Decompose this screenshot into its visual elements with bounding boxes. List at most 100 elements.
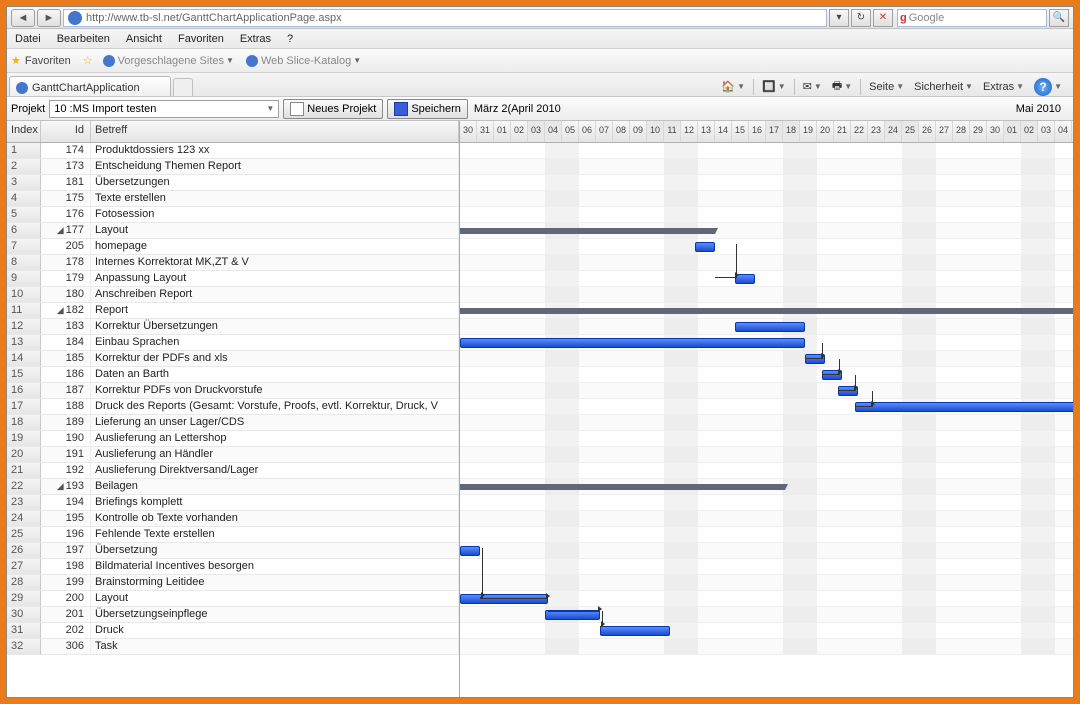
- search-field[interactable]: gGoogle: [897, 9, 1047, 27]
- gantt-row[interactable]: [460, 143, 1073, 159]
- table-row[interactable]: 16187Korrektur PDFs von Druckvorstufe: [7, 383, 459, 399]
- gantt-row[interactable]: [460, 303, 1073, 319]
- menu-extras[interactable]: Extras: [232, 33, 279, 45]
- table-row[interactable]: 25196Fehlende Texte erstellen: [7, 527, 459, 543]
- gantt-row[interactable]: [460, 255, 1073, 271]
- gantt-row[interactable]: [460, 367, 1073, 383]
- gantt-row[interactable]: [460, 495, 1073, 511]
- project-combo[interactable]: 10 :MS Import testen▼: [49, 100, 279, 118]
- help-button[interactable]: ?▼: [1034, 78, 1062, 96]
- url-field[interactable]: http://www.tb-sl.net/GanttChartApplicati…: [63, 9, 827, 27]
- gantt-row[interactable]: [460, 511, 1073, 527]
- gantt-row[interactable]: [460, 335, 1073, 351]
- star-add-icon[interactable]: ☆: [83, 54, 93, 67]
- task-bar[interactable]: [460, 338, 805, 348]
- gantt-row[interactable]: [460, 207, 1073, 223]
- table-row[interactable]: 6◢177Layout: [7, 223, 459, 239]
- gantt-row[interactable]: [460, 383, 1073, 399]
- new-project-button[interactable]: Neues Projekt: [283, 99, 383, 119]
- table-row[interactable]: 14185Korrektur der PDFs and xls: [7, 351, 459, 367]
- task-bar[interactable]: [695, 242, 715, 252]
- gantt-row[interactable]: [460, 623, 1073, 639]
- search-go-button[interactable]: 🔍: [1049, 9, 1069, 27]
- task-bar[interactable]: [460, 546, 480, 556]
- table-row[interactable]: 15186Daten an Barth: [7, 367, 459, 383]
- print-button[interactable]: 🖶▼: [832, 77, 852, 96]
- table-row[interactable]: 10180Anschreiben Report: [7, 287, 459, 303]
- col-betreff[interactable]: Betreff: [91, 121, 459, 142]
- table-row[interactable]: 24195Kontrolle ob Texte vorhanden: [7, 511, 459, 527]
- gantt-row[interactable]: [460, 543, 1073, 559]
- table-row[interactable]: 17188Druck des Reports (Gesamt: Vorstufe…: [7, 399, 459, 415]
- table-row[interactable]: 1174Produktdossiers 123 xx: [7, 143, 459, 159]
- task-bar[interactable]: [855, 402, 1073, 412]
- home-button[interactable]: 🏠▼: [721, 80, 745, 93]
- menu-ansicht[interactable]: Ansicht: [118, 33, 170, 45]
- gantt-row[interactable]: [460, 527, 1073, 543]
- table-row[interactable]: 12183Korrektur Übersetzungen: [7, 319, 459, 335]
- gantt-row[interactable]: [460, 591, 1073, 607]
- fav-web-slice[interactable]: Web Slice-Katalog▼: [246, 55, 361, 67]
- table-row[interactable]: 8178Internes Korrektorat MK,ZT & V: [7, 255, 459, 271]
- gantt-row[interactable]: [460, 575, 1073, 591]
- gantt-row[interactable]: [460, 159, 1073, 175]
- feeds-button[interactable]: 🔲▼: [762, 80, 786, 93]
- gantt-row[interactable]: [460, 463, 1073, 479]
- gantt-row[interactable]: [460, 399, 1073, 415]
- gantt-row[interactable]: [460, 319, 1073, 335]
- favorites-label[interactable]: Favoriten: [25, 55, 71, 67]
- table-row[interactable]: 29200Layout: [7, 591, 459, 607]
- gantt-row[interactable]: [460, 431, 1073, 447]
- forward-button[interactable]: ►: [37, 9, 61, 27]
- task-bar[interactable]: [460, 594, 548, 604]
- save-button[interactable]: Speichern: [387, 99, 468, 119]
- fav-suggested-sites[interactable]: Vorgeschlagene Sites▼: [103, 55, 234, 67]
- table-row[interactable]: 9179Anpassung Layout: [7, 271, 459, 287]
- table-row[interactable]: 2173Entscheidung Themen Report: [7, 159, 459, 175]
- back-button[interactable]: ◄: [11, 9, 35, 27]
- gantt-row[interactable]: [460, 223, 1073, 239]
- gantt-chart[interactable]: [460, 143, 1073, 655]
- gantt-row[interactable]: [460, 639, 1073, 655]
- col-index[interactable]: Index: [7, 121, 41, 142]
- table-row[interactable]: 32306Task: [7, 639, 459, 655]
- gantt-row[interactable]: [460, 191, 1073, 207]
- table-row[interactable]: 7205homepage: [7, 239, 459, 255]
- col-id[interactable]: Id: [41, 121, 91, 142]
- gantt-row[interactable]: [460, 607, 1073, 623]
- table-row[interactable]: 11◢182Report: [7, 303, 459, 319]
- table-row[interactable]: 5176Fotosession: [7, 207, 459, 223]
- summary-bar[interactable]: [460, 484, 785, 490]
- gantt-row[interactable]: [460, 559, 1073, 575]
- gantt-row[interactable]: [460, 447, 1073, 463]
- table-row[interactable]: 28199Brainstorming Leitidee: [7, 575, 459, 591]
- task-bar[interactable]: [600, 626, 670, 636]
- task-bar[interactable]: [735, 322, 805, 332]
- table-row[interactable]: 18189Lieferung an unser Lager/CDS: [7, 415, 459, 431]
- new-tab-button[interactable]: [173, 78, 193, 96]
- go-button[interactable]: ▾: [829, 9, 849, 27]
- table-row[interactable]: 26197Übersetzung: [7, 543, 459, 559]
- extras-menu[interactable]: Extras▼: [983, 81, 1024, 93]
- summary-bar[interactable]: [460, 228, 715, 234]
- gantt-row[interactable]: [460, 415, 1073, 431]
- seite-menu[interactable]: Seite▼: [869, 81, 904, 93]
- menu-favoriten[interactable]: Favoriten: [170, 33, 232, 45]
- mail-button[interactable]: ✉▼: [803, 80, 822, 93]
- refresh-button[interactable]: ↻: [851, 9, 871, 27]
- menu-datei[interactable]: Datei: [7, 33, 49, 45]
- table-row[interactable]: 30201Übersetzungseinpflege: [7, 607, 459, 623]
- table-row[interactable]: 4175Texte erstellen: [7, 191, 459, 207]
- table-row[interactable]: 27198Bildmaterial Incentives besorgen: [7, 559, 459, 575]
- table-row[interactable]: 20191Auslieferung an Händler: [7, 447, 459, 463]
- stop-button[interactable]: ✕: [873, 9, 893, 27]
- menu-help[interactable]: ?: [279, 33, 301, 45]
- table-row[interactable]: 31202Druck: [7, 623, 459, 639]
- table-row[interactable]: 21192Auslieferung Direktversand/Lager: [7, 463, 459, 479]
- gantt-row[interactable]: [460, 479, 1073, 495]
- gantt-row[interactable]: [460, 239, 1073, 255]
- table-row[interactable]: 22◢193Beilagen: [7, 479, 459, 495]
- table-row[interactable]: 3181Übersetzungen: [7, 175, 459, 191]
- table-row[interactable]: 23194Briefings komplett: [7, 495, 459, 511]
- gantt-row[interactable]: [460, 287, 1073, 303]
